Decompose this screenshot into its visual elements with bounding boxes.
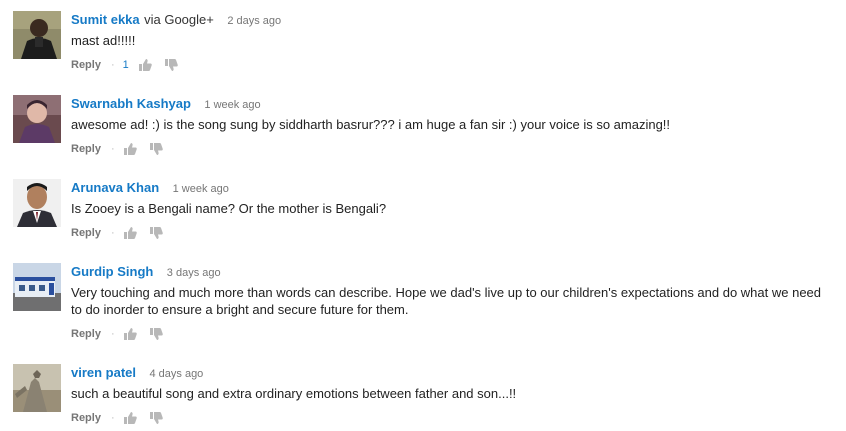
- comment-header: Arunava Khan 1 week ago: [71, 179, 838, 197]
- comment-body: Arunava Khan 1 week ago Is Zooey is a Be…: [71, 179, 838, 241]
- comment-text: such a beautiful song and extra ordinary…: [71, 386, 517, 401]
- comment-time[interactable]: 1 week ago: [204, 99, 260, 111]
- comment-body: Swarnabh Kashyap 1 week ago awesome ad! …: [71, 95, 838, 157]
- reply-button[interactable]: Reply: [71, 410, 101, 426]
- thumbs-down-icon[interactable]: [149, 327, 163, 341]
- comment-time[interactable]: 3 days ago: [167, 267, 221, 279]
- avatar-image: [13, 11, 61, 59]
- comment-header: Gurdip Singh 3 days ago: [71, 263, 838, 281]
- reply-button[interactable]: Reply: [71, 326, 101, 342]
- comment-actions: Reply ·: [71, 225, 838, 241]
- comment-text: mast ad!!!!!: [71, 33, 136, 48]
- thumbs-up-icon[interactable]: [123, 142, 137, 156]
- comment-text: awesome ad! :) is the song sung by siddh…: [71, 117, 671, 132]
- separator-dot: ·: [110, 328, 115, 340]
- comment-time[interactable]: 2 days ago: [227, 15, 281, 27]
- comment-actions: Reply ·: [71, 141, 838, 157]
- thumbs-down-icon[interactable]: [149, 411, 163, 425]
- comment-actions: Reply ·: [71, 326, 838, 342]
- thumbs-up-icon[interactable]: [123, 226, 137, 240]
- comment-body: viren patel 4 days ago such a beautiful …: [71, 364, 838, 426]
- author-name[interactable]: viren patel: [71, 365, 136, 380]
- thumbs-down-icon[interactable]: [149, 142, 163, 156]
- thumbs-down-icon[interactable]: [149, 226, 163, 240]
- comment-actions: Reply · 1: [71, 57, 838, 73]
- reply-button[interactable]: Reply: [71, 225, 101, 241]
- avatar[interactable]: [13, 179, 61, 227]
- comment-header: Swarnabh Kashyap 1 week ago: [71, 95, 838, 113]
- via-source: via Google+: [144, 12, 214, 27]
- thumbs-up-icon[interactable]: [138, 58, 152, 72]
- avatar[interactable]: [13, 95, 61, 143]
- avatar-image: [13, 364, 61, 412]
- avatar-image: [13, 263, 61, 311]
- thumbs-up-icon[interactable]: [123, 411, 137, 425]
- comment-text: Is Zooey is a Bengali name? Or the mothe…: [71, 201, 387, 216]
- avatar[interactable]: [13, 263, 61, 311]
- separator-dot: ·: [110, 143, 115, 155]
- separator-dot: ·: [110, 412, 115, 424]
- comment-text: Very touching and much more than words c…: [71, 285, 822, 317]
- like-count: 1: [122, 59, 129, 71]
- author-name[interactable]: Gurdip Singh: [71, 264, 153, 279]
- comment-body: Gurdip Singh 3 days ago Very touching an…: [71, 263, 838, 342]
- reply-button[interactable]: Reply: [71, 57, 101, 73]
- avatar[interactable]: [13, 11, 61, 59]
- avatar-image: [13, 95, 61, 143]
- separator-dot: ·: [110, 227, 115, 239]
- comment-body: Sumit ekka via Google+ 2 days ago mast a…: [71, 11, 838, 73]
- separator-dot: ·: [110, 59, 115, 71]
- avatar[interactable]: [13, 364, 61, 412]
- avatar-image: [13, 179, 61, 227]
- comment-actions: Reply ·: [71, 410, 838, 426]
- comment-time[interactable]: 1 week ago: [173, 183, 229, 195]
- reply-button[interactable]: Reply: [71, 141, 101, 157]
- comment-time[interactable]: 4 days ago: [149, 368, 203, 380]
- comment-header: Sumit ekka via Google+ 2 days ago: [71, 11, 838, 29]
- thumbs-down-icon[interactable]: [164, 58, 178, 72]
- author-name[interactable]: Sumit ekka: [71, 12, 140, 27]
- thumbs-up-icon[interactable]: [123, 327, 137, 341]
- author-name[interactable]: Arunava Khan: [71, 180, 159, 195]
- author-name[interactable]: Swarnabh Kashyap: [71, 96, 191, 111]
- comment-header: viren patel 4 days ago: [71, 364, 838, 382]
